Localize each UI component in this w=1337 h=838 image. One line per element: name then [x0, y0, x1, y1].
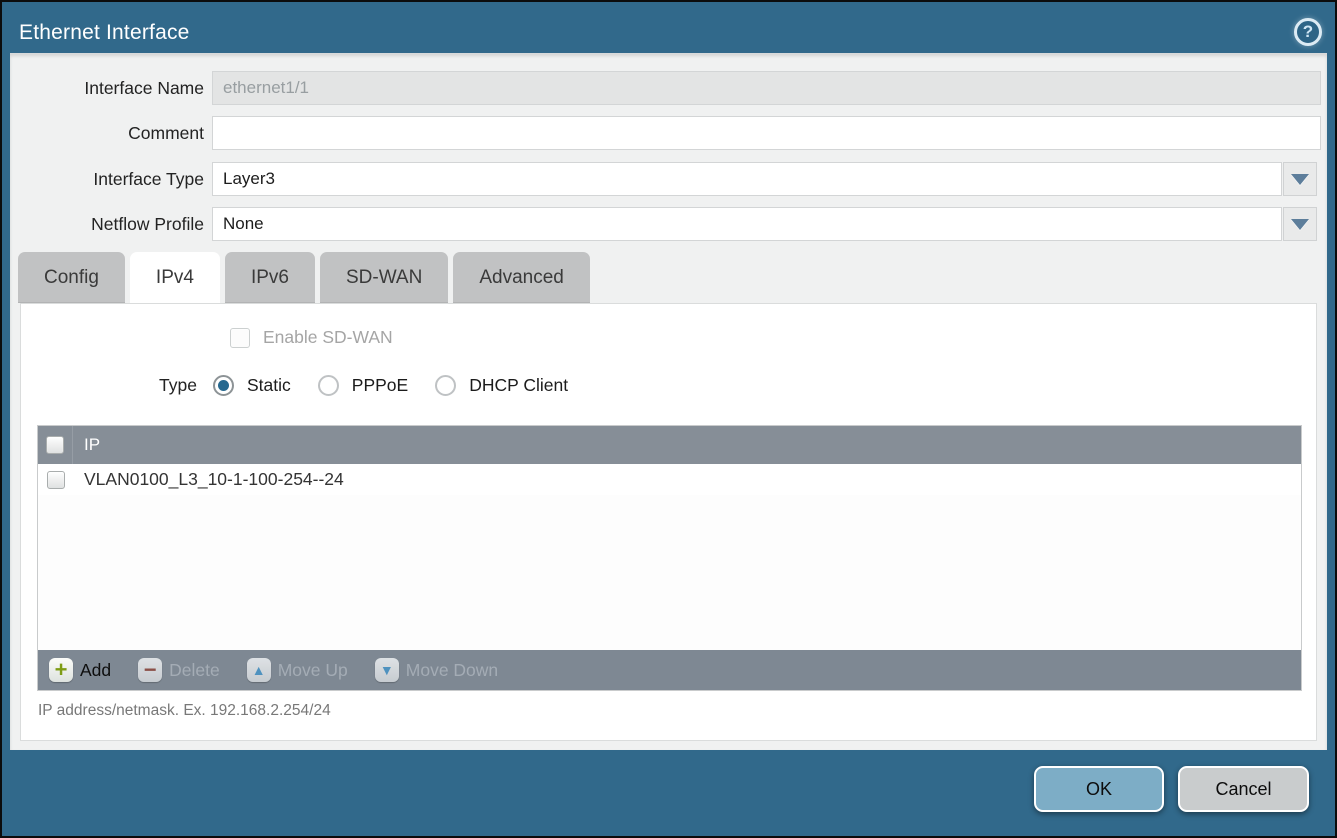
- radio-label-static: Static: [247, 375, 291, 396]
- plus-icon: +: [49, 658, 73, 682]
- ethernet-interface-dialog: Ethernet Interface ? Interface Name Comm…: [0, 0, 1337, 838]
- radio-option-dhcp-client[interactable]: DHCP Client: [435, 375, 568, 396]
- ipv4-tab-panel: Enable SD-WAN Type Static PPPoE DHCP Cli…: [20, 303, 1317, 741]
- tab-config[interactable]: Config: [18, 252, 125, 303]
- ip-table-body: VLAN0100_L3_10-1-100-254--24: [38, 464, 1301, 650]
- type-radio-row: Type Static PPPoE DHCP Client: [21, 372, 595, 398]
- comment-label: Comment: [10, 116, 204, 150]
- dialog-body: Interface Name Comment Interface Type La…: [10, 53, 1327, 750]
- tab-bar: Config IPv4 IPv6 SD-WAN Advanced: [18, 252, 590, 303]
- row-checkbox[interactable]: [47, 471, 65, 489]
- delete-button[interactable]: − Delete: [138, 658, 220, 682]
- tab-ipv6[interactable]: IPv6: [225, 252, 315, 303]
- ip-helper-text: IP address/netmask. Ex. 192.168.2.254/24: [38, 702, 331, 720]
- move-up-button-label: Move Up: [278, 660, 348, 681]
- radio-label-pppoe: PPPoE: [352, 375, 408, 396]
- radio-icon: [318, 375, 339, 396]
- interface-type-row: Interface Type Layer3: [10, 162, 1321, 196]
- select-all-checkbox[interactable]: [46, 436, 64, 454]
- netflow-profile-select[interactable]: None: [212, 207, 1282, 241]
- ok-button[interactable]: OK: [1034, 766, 1164, 812]
- interface-name-label: Interface Name: [10, 71, 204, 105]
- add-button[interactable]: + Add: [49, 658, 111, 682]
- minus-icon: −: [138, 658, 162, 682]
- netflow-profile-dropdown-button[interactable]: [1283, 207, 1317, 241]
- arrow-up-icon: ▲: [247, 658, 271, 682]
- ip-column-header: IP: [73, 435, 100, 455]
- interface-type-dropdown-button[interactable]: [1283, 162, 1317, 196]
- table-toolbar: + Add − Delete ▲ Move Up ▼ Move Down: [38, 650, 1301, 690]
- radio-label-dhcp-client: DHCP Client: [469, 375, 568, 396]
- title-bar: Ethernet Interface ?: [2, 2, 1335, 53]
- chevron-down-icon: [1291, 174, 1309, 185]
- tab-ipv4[interactable]: IPv4: [130, 252, 220, 303]
- cancel-button[interactable]: Cancel: [1178, 766, 1309, 812]
- move-down-button[interactable]: ▼ Move Down: [375, 658, 498, 682]
- delete-button-label: Delete: [169, 660, 220, 681]
- add-button-label: Add: [80, 660, 111, 681]
- dialog-title: Ethernet Interface: [19, 21, 190, 45]
- plus-glyph: +: [55, 659, 68, 681]
- radio-icon: [213, 375, 234, 396]
- interface-type-label: Interface Type: [10, 162, 204, 196]
- enable-sdwan-checkbox[interactable]: [230, 328, 250, 348]
- chevron-down-icon: [1291, 219, 1309, 230]
- comment-row: Comment: [10, 116, 1321, 150]
- ip-cell: VLAN0100_L3_10-1-100-254--24: [73, 469, 344, 490]
- row-checkbox-cell: [38, 464, 73, 495]
- minus-glyph: −: [144, 660, 157, 680]
- move-down-button-label: Move Down: [406, 660, 498, 681]
- radio-option-pppoe[interactable]: PPPoE: [318, 375, 408, 396]
- radio-icon: [435, 375, 456, 396]
- interface-name-field: [212, 71, 1321, 105]
- move-up-button[interactable]: ▲ Move Up: [247, 658, 348, 682]
- interface-type-select[interactable]: Layer3: [212, 162, 1282, 196]
- netflow-profile-row: Netflow Profile None: [10, 207, 1321, 241]
- interface-name-row: Interface Name: [10, 71, 1321, 105]
- radio-option-static[interactable]: Static: [213, 375, 291, 396]
- select-all-cell: [38, 426, 73, 464]
- tab-sd-wan[interactable]: SD-WAN: [320, 252, 448, 303]
- help-icon[interactable]: ?: [1294, 18, 1322, 46]
- netflow-profile-label: Netflow Profile: [10, 207, 204, 241]
- type-label: Type: [21, 375, 213, 396]
- ip-table-header: IP: [38, 426, 1301, 464]
- ip-table: IP VLAN0100_L3_10-1-100-254--24 + Add: [37, 425, 1302, 691]
- enable-sdwan-row: Enable SD-WAN: [230, 327, 393, 348]
- enable-sdwan-label: Enable SD-WAN: [263, 327, 393, 348]
- arrow-down-icon: ▼: [375, 658, 399, 682]
- arrow-down-glyph: ▼: [380, 663, 394, 677]
- arrow-up-glyph: ▲: [252, 663, 266, 677]
- tab-advanced[interactable]: Advanced: [453, 252, 590, 303]
- table-row[interactable]: VLAN0100_L3_10-1-100-254--24: [38, 464, 1301, 495]
- comment-field[interactable]: [212, 116, 1321, 150]
